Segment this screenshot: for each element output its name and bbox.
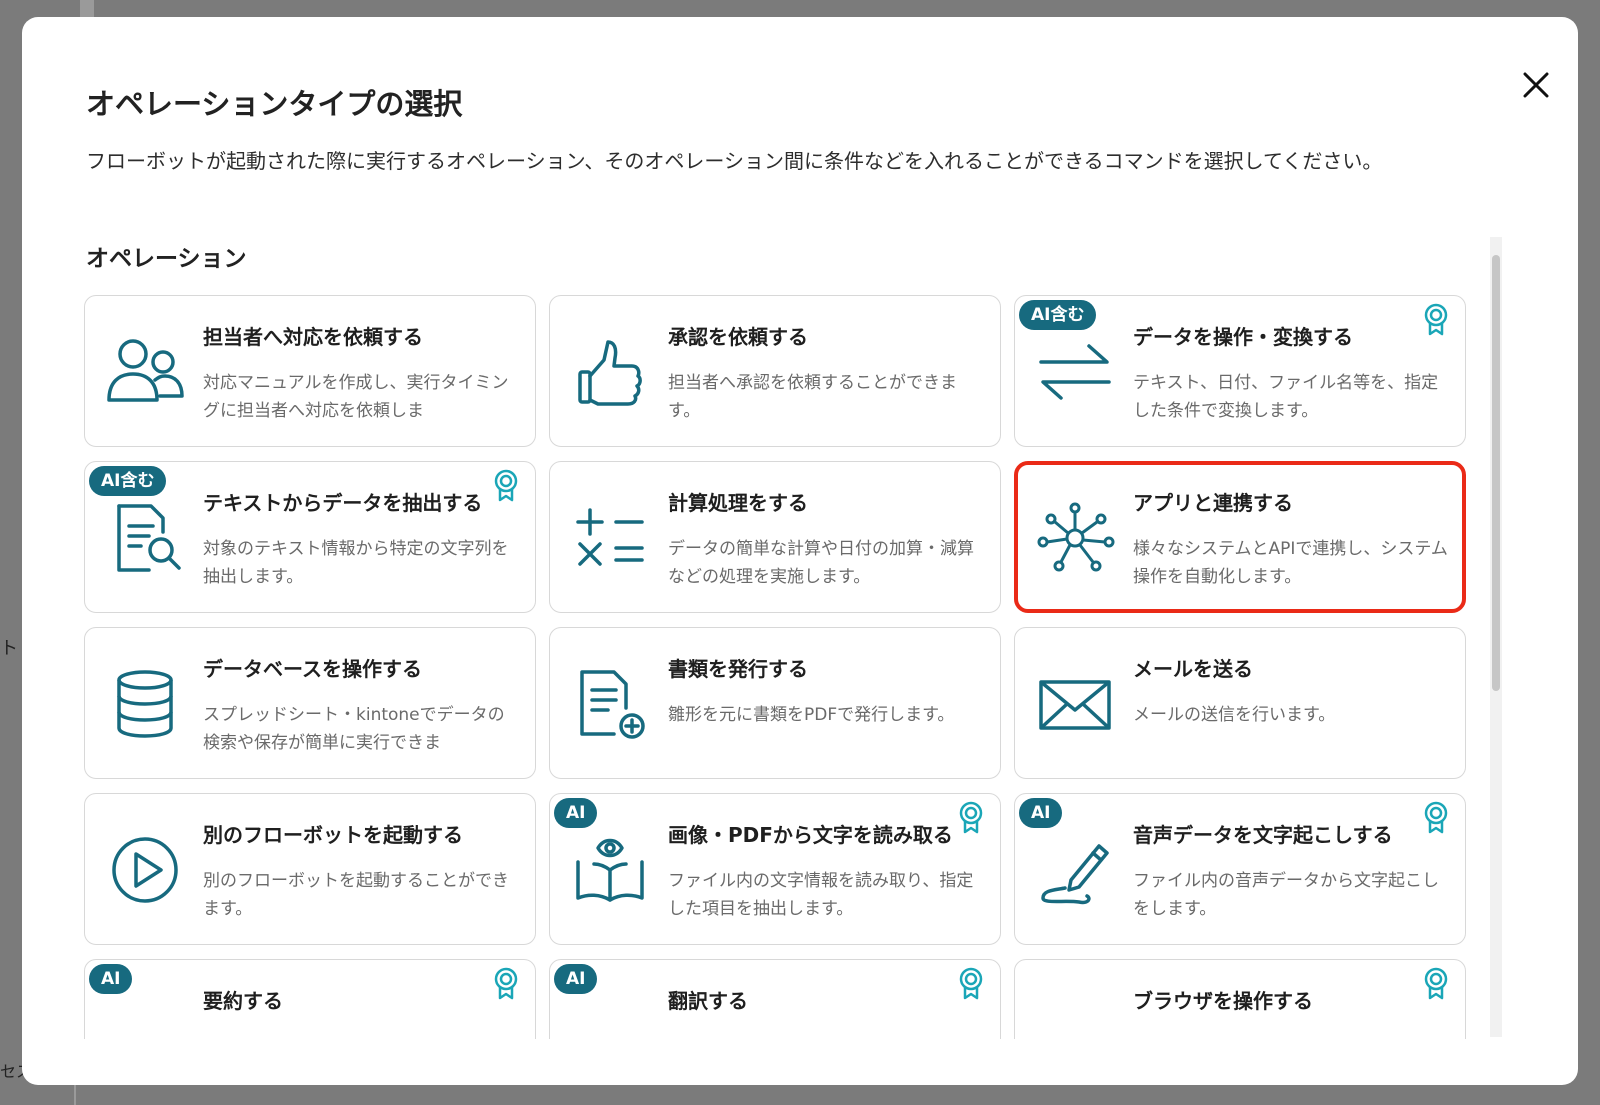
operation-card-description: 雛形を元に書類をPDFで発行します。	[668, 705, 955, 725]
premium-award-icon	[956, 800, 986, 834]
scrollbar-thumb[interactable]	[1492, 255, 1500, 691]
operation-card-title: 要約する	[203, 989, 283, 1013]
operations-scroll-area[interactable]: 担当者へ対応を依頼する対応マニュアルを作成し、実行タイミングに担当者へ対応を依頼…	[84, 295, 1504, 1039]
operation-card[interactable]: 別のフローボットを起動する別のフローボットを起動することができます。	[84, 793, 536, 945]
operation-card[interactable]: AI含む テキストからデータを抽出する対象のテキスト情報から特定の文字列を抽出し…	[84, 461, 536, 613]
operation-card-title: 翻訳する	[668, 989, 748, 1013]
operation-card-description: ファイル内の文字情報を読み取り、指定した項目を抽出します。	[668, 871, 974, 919]
operation-card-description: 別のフローボットを起動することができます。	[203, 871, 509, 919]
premium-award-icon	[1421, 800, 1451, 834]
operation-card-title: 音声データを文字起こしする	[1133, 823, 1393, 847]
pen-scribble-icon	[1035, 834, 1115, 906]
network-hub-icon	[1035, 502, 1115, 574]
thumbs-up-icon	[570, 336, 650, 408]
modal-subtitle: フローボットが起動された際に実行するオペレーション、そのオペレーション間に条件な…	[86, 149, 1383, 173]
operation-card-title: データベースを操作する	[203, 657, 422, 681]
background-text-fragment: ト	[0, 638, 18, 659]
operation-card-description: スプレッドシート・kintoneでデータの検索や保存が簡単に実行できま	[203, 705, 505, 753]
users-icon	[105, 336, 185, 408]
operation-card-title: メールを送る	[1133, 657, 1253, 681]
document-add-icon	[570, 668, 650, 740]
operation-card[interactable]: 書類を発行する雛形を元に書類をPDFで発行します。	[549, 627, 1001, 779]
ai-badge: AI	[1019, 798, 1063, 828]
operation-card-title: 別のフローボットを起動する	[203, 823, 463, 847]
premium-award-icon	[491, 966, 521, 1000]
modal-title: オペレーションタイプの選択	[86, 87, 463, 121]
operation-card[interactable]: AI 翻訳する	[549, 959, 1001, 1039]
operation-card-title: ブラウザを操作する	[1133, 989, 1313, 1013]
ai-badge: AI含む	[1019, 300, 1097, 330]
premium-award-icon	[956, 966, 986, 1000]
close-button[interactable]	[1516, 65, 1556, 105]
database-icon	[105, 668, 185, 740]
operation-card[interactable]: AI 画像・PDFから文字を読み取るファイル内の文字情報を読み取り、指定した項目…	[549, 793, 1001, 945]
operation-card-description: メールの送信を行います。	[1133, 705, 1336, 725]
operation-card[interactable]: 承認を依頼する担当者へ承認を依頼することができます。	[549, 295, 1001, 447]
operation-card[interactable]: メールを送るメールの送信を行います。	[1014, 627, 1466, 779]
operation-card-title: 計算処理をする	[668, 491, 808, 515]
ai-badge: AI	[554, 964, 598, 994]
operation-card-description: 様々なシステムとAPIで連携し、システム操作を自動化します。	[1133, 539, 1448, 587]
operation-card[interactable]: AI 要約する	[84, 959, 536, 1039]
operation-card-description: 担当者へ承認を依頼することができます。	[668, 373, 957, 421]
calculator-icon	[570, 502, 650, 574]
play-circle-icon	[105, 834, 185, 906]
operation-card-description: データの簡単な計算や日付の加算・減算などの処理を実施します。	[668, 539, 974, 587]
ai-badge: AI	[554, 798, 598, 828]
operation-card[interactable]: AI 音声データを文字起こしするファイル内の音声データから文字起こしをします。	[1014, 793, 1466, 945]
operation-card[interactable]: AI含む データを操作・変換するテキスト、日付、ファイル名等を、指定した条件で変…	[1014, 295, 1466, 447]
operation-card[interactable]: 担当者へ対応を依頼する対応マニュアルを作成し、実行タイミングに担当者へ対応を依頼…	[84, 295, 536, 447]
close-icon	[1523, 72, 1549, 98]
operation-card-title: 承認を依頼する	[668, 325, 808, 349]
operation-card-title: 担当者へ対応を依頼する	[203, 325, 423, 349]
operation-card[interactable]: ブラウザを操作する	[1014, 959, 1466, 1039]
operation-card-description: 対応マニュアルを作成し、実行タイミングに担当者へ対応を依頼しま	[203, 373, 509, 421]
operations-grid: 担当者へ対応を依頼する対応マニュアルを作成し、実行タイミングに担当者へ対応を依頼…	[84, 295, 1466, 1039]
operation-card-description: 対象のテキスト情報から特定の文字列を抽出します。	[203, 539, 509, 587]
operation-card-description: ファイル内の音声データから文字起こしをします。	[1133, 871, 1439, 919]
ai-badge: AI含む	[89, 466, 167, 496]
operation-card-description: テキスト、日付、ファイル名等を、指定した条件で変換します。	[1133, 373, 1439, 421]
operation-card-title: 画像・PDFから文字を読み取る	[668, 823, 953, 847]
operation-type-modal: オペレーションタイプの選択 フローボットが起動された際に実行するオペレーション、…	[22, 17, 1578, 1085]
operation-card-title: データを操作・変換する	[1133, 325, 1353, 349]
premium-award-icon	[1421, 302, 1451, 336]
mail-icon	[1035, 668, 1115, 740]
document-search-icon	[105, 502, 185, 574]
operation-card-title: アプリと連携する	[1133, 491, 1293, 515]
operation-card[interactable]: 計算処理をするデータの簡単な計算や日付の加算・減算などの処理を実施します。	[549, 461, 1001, 613]
premium-award-icon	[491, 468, 521, 502]
section-heading-operations: オペレーション	[86, 246, 247, 272]
ai-badge: AI	[89, 964, 133, 994]
operation-card[interactable]: アプリと連携する様々なシステムとAPIで連携し、システム操作を自動化します。	[1014, 461, 1466, 613]
scrollbar[interactable]	[1490, 237, 1502, 1037]
operation-card-title: テキストからデータを抽出する	[203, 491, 483, 515]
premium-award-icon	[1421, 966, 1451, 1000]
operation-card[interactable]: データベースを操作するスプレッドシート・kintoneでデータの検索や保存が簡単…	[84, 627, 536, 779]
arrows-exchange-icon	[1035, 336, 1115, 408]
operation-card-title: 書類を発行する	[668, 657, 808, 681]
book-eye-icon	[570, 834, 650, 906]
